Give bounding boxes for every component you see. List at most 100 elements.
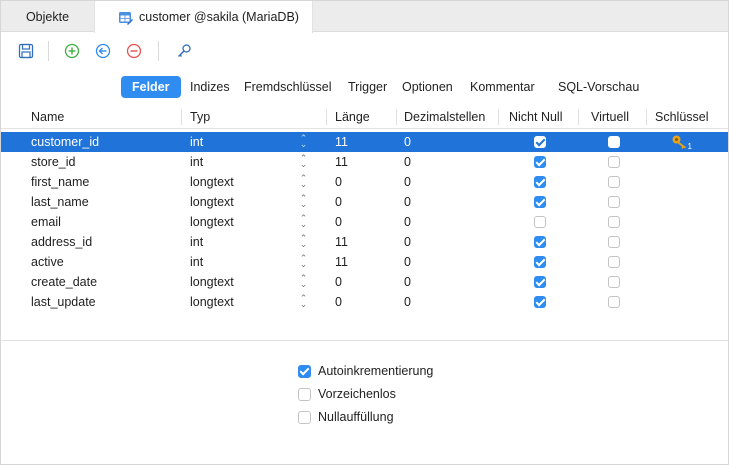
insert-field-icon[interactable] (94, 42, 112, 60)
field-length-cell[interactable]: 11 (335, 132, 348, 152)
option-checkbox[interactable] (298, 388, 311, 401)
field-length-cell[interactable]: 0 (335, 212, 342, 232)
field-length-cell[interactable]: 0 (335, 192, 342, 212)
column-header-laenge[interactable]: Länge (335, 105, 370, 129)
field-name-cell[interactable]: customer_id (31, 132, 99, 152)
field-type-cell[interactable]: longtext (190, 292, 234, 312)
save-icon[interactable] (17, 42, 35, 60)
not-null-checkbox[interactable] (534, 196, 546, 208)
table-row[interactable]: last_update longtext ⌃ ⌄ 0 0 (1, 292, 728, 312)
not-null-checkbox[interactable] (534, 156, 546, 168)
field-type-cell[interactable]: longtext (190, 212, 234, 232)
field-decimals-cell[interactable]: 0 (404, 272, 411, 292)
column-header-dezimalstellen[interactable]: Dezimalstellen (404, 105, 485, 129)
field-type-cell[interactable]: longtext (190, 192, 234, 212)
virtual-checkbox[interactable] (608, 296, 620, 308)
virtual-checkbox[interactable] (608, 236, 620, 248)
subtab-trigger[interactable]: Trigger (348, 76, 387, 98)
add-field-icon[interactable] (63, 42, 81, 60)
field-length-cell[interactable]: 11 (335, 232, 348, 252)
type-stepper-icon[interactable]: ⌃ ⌄ (299, 234, 308, 249)
field-decimals-cell[interactable]: 0 (404, 292, 411, 312)
field-name-cell[interactable]: last_update (31, 292, 96, 312)
subtab-felder[interactable]: Felder (121, 76, 181, 98)
not-null-checkbox[interactable] (534, 176, 546, 188)
virtual-checkbox[interactable] (608, 196, 620, 208)
column-header-schluessel[interactable]: Schlüssel (655, 105, 709, 129)
table-row[interactable]: first_name longtext ⌃ ⌄ 0 0 (1, 172, 728, 192)
field-decimals-cell[interactable]: 0 (404, 192, 411, 212)
type-stepper-icon[interactable]: ⌃ ⌄ (299, 134, 308, 149)
option-item[interactable]: Autoinkrementierung (298, 361, 498, 384)
type-stepper-icon[interactable]: ⌃ ⌄ (299, 174, 308, 189)
column-header-name[interactable]: Name (31, 105, 64, 129)
table-row[interactable]: store_id int ⌃ ⌄ 11 0 (1, 152, 728, 172)
field-name-cell[interactable]: email (31, 212, 61, 232)
option-item[interactable]: Nullauffüllung (298, 407, 498, 430)
type-stepper-icon[interactable]: ⌃ ⌄ (299, 154, 308, 169)
tab-objects[interactable]: Objekte (1, 1, 94, 32)
not-null-checkbox[interactable] (534, 256, 546, 268)
not-null-checkbox[interactable] (534, 216, 546, 228)
field-name-cell[interactable]: active (31, 252, 64, 272)
virtual-checkbox[interactable] (608, 276, 620, 288)
tab-customer-table[interactable]: customer @sakila (MariaDB) (94, 1, 313, 33)
column-header-typ[interactable]: Typ (190, 105, 210, 129)
table-row[interactable]: customer_id int ⌃ ⌄ 11 0 1 (1, 132, 728, 152)
not-null-checkbox[interactable] (534, 296, 546, 308)
column-header-nicht-null[interactable]: Nicht Null (509, 105, 563, 129)
type-stepper-icon[interactable]: ⌃ ⌄ (299, 214, 308, 229)
field-type-cell[interactable]: longtext (190, 272, 234, 292)
field-length-cell[interactable]: 11 (335, 152, 348, 172)
field-type-cell[interactable]: int (190, 232, 203, 252)
field-length-cell[interactable]: 11 (335, 252, 348, 272)
field-type-cell[interactable]: longtext (190, 172, 234, 192)
field-type-cell[interactable]: int (190, 132, 203, 152)
option-item[interactable]: Vorzeichenlos (298, 384, 498, 407)
type-stepper-icon[interactable]: ⌃ ⌄ (299, 194, 308, 209)
tab-objects-label: Objekte (25, 9, 70, 24)
subtab-sql-vorschau[interactable]: SQL-Vorschau (558, 76, 639, 98)
virtual-checkbox[interactable] (608, 176, 620, 188)
field-length-cell[interactable]: 0 (335, 172, 342, 192)
key-icon[interactable] (175, 42, 193, 60)
virtual-checkbox[interactable] (608, 136, 620, 148)
field-decimals-cell[interactable]: 0 (404, 132, 411, 152)
field-decimals-cell[interactable]: 0 (404, 252, 411, 272)
field-name-cell[interactable]: address_id (31, 232, 92, 252)
table-row[interactable]: address_id int ⌃ ⌄ 11 0 (1, 232, 728, 252)
field-type-cell[interactable]: int (190, 152, 203, 172)
virtual-checkbox[interactable] (608, 256, 620, 268)
field-length-cell[interactable]: 0 (335, 292, 342, 312)
field-length-cell[interactable]: 0 (335, 272, 342, 292)
type-stepper-icon[interactable]: ⌃ ⌄ (299, 274, 308, 289)
option-checkbox[interactable] (298, 365, 311, 378)
virtual-checkbox[interactable] (608, 216, 620, 228)
field-name-cell[interactable]: first_name (31, 172, 89, 192)
not-null-checkbox[interactable] (534, 236, 546, 248)
subtab-kommentar[interactable]: Kommentar (470, 76, 535, 98)
subtab-indizes[interactable]: Indizes (190, 76, 230, 98)
not-null-checkbox[interactable] (534, 136, 546, 148)
subtab-fremdschluessel[interactable]: Fremdschlüssel (244, 76, 332, 98)
field-type-cell[interactable]: int (190, 252, 203, 272)
table-row[interactable]: active int ⌃ ⌄ 11 0 (1, 252, 728, 272)
field-name-cell[interactable]: store_id (31, 152, 75, 172)
virtual-checkbox[interactable] (608, 156, 620, 168)
table-row[interactable]: last_name longtext ⌃ ⌄ 0 0 (1, 192, 728, 212)
subtab-optionen[interactable]: Optionen (402, 76, 453, 98)
option-checkbox[interactable] (298, 411, 311, 424)
table-row[interactable]: email longtext ⌃ ⌄ 0 0 (1, 212, 728, 232)
field-decimals-cell[interactable]: 0 (404, 212, 411, 232)
type-stepper-icon[interactable]: ⌃ ⌄ (299, 294, 308, 309)
field-name-cell[interactable]: last_name (31, 192, 89, 212)
delete-field-icon[interactable] (125, 42, 143, 60)
column-header-virtuell[interactable]: Virtuell (591, 105, 629, 129)
type-stepper-icon[interactable]: ⌃ ⌄ (299, 254, 308, 269)
field-decimals-cell[interactable]: 0 (404, 232, 411, 252)
field-name-cell[interactable]: create_date (31, 272, 97, 292)
field-decimals-cell[interactable]: 0 (404, 172, 411, 192)
field-decimals-cell[interactable]: 0 (404, 152, 411, 172)
not-null-checkbox[interactable] (534, 276, 546, 288)
table-row[interactable]: create_date longtext ⌃ ⌄ 0 0 (1, 272, 728, 292)
